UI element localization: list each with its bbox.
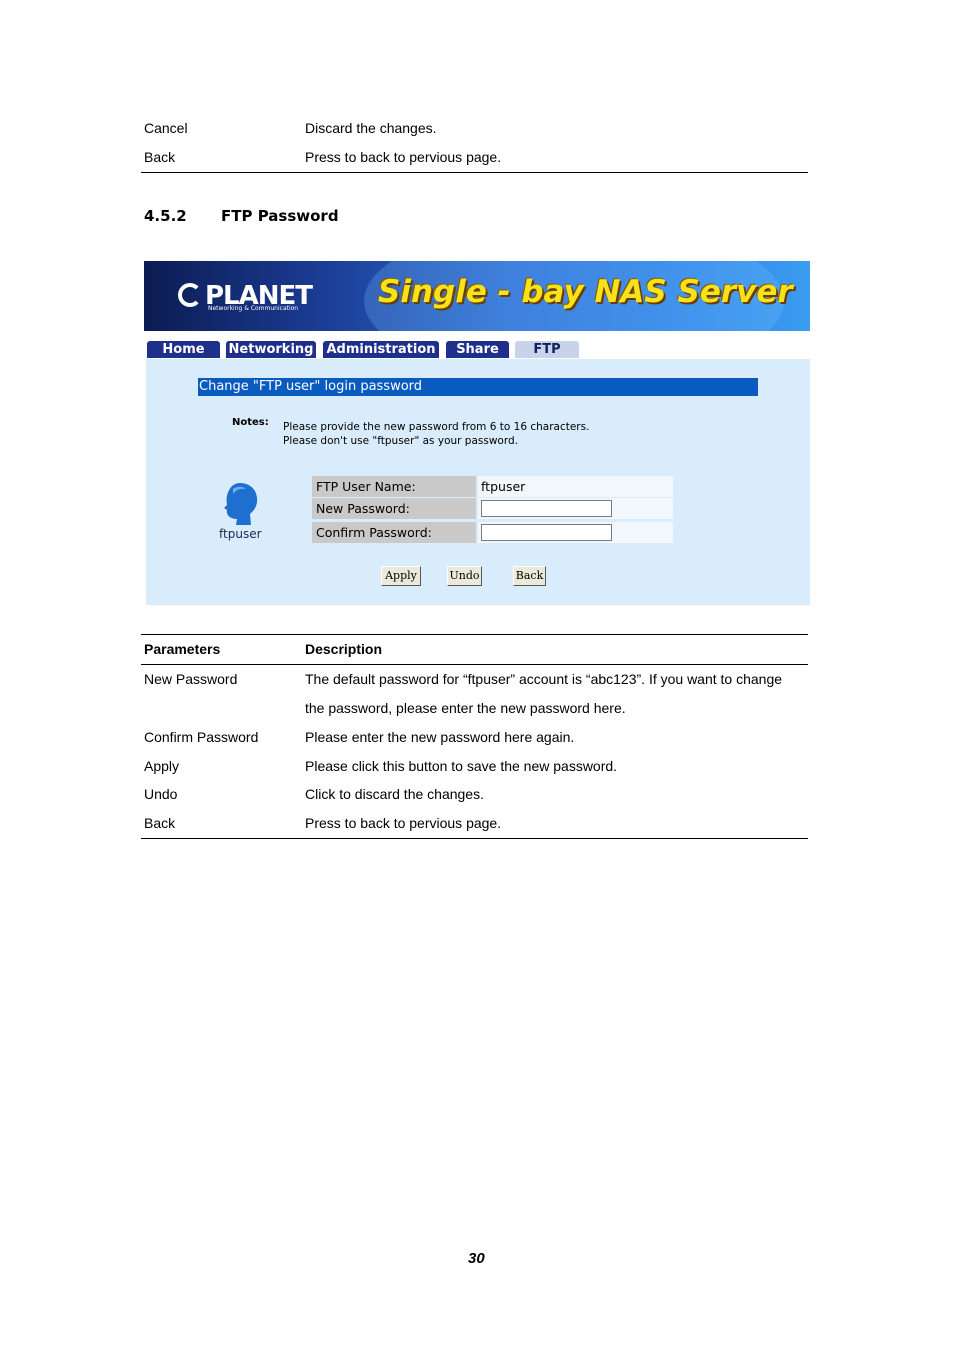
table-row-param: Back — [144, 815, 176, 831]
avatar-name: ftpuser — [219, 527, 262, 541]
table-row-desc: Press to back to pervious page. — [305, 815, 502, 831]
table-row-desc: Please click this button to save the new… — [305, 758, 618, 774]
table-header-description: Description — [305, 641, 383, 657]
table-top-rule — [141, 634, 808, 635]
table-row-param: Confirm Password — [144, 729, 259, 745]
confirm-password-input[interactable] — [481, 524, 612, 541]
user-avatar-icon — [224, 483, 258, 525]
note-line: Please provide the new password from 6 t… — [283, 421, 590, 433]
field-row-confirm-password: Confirm Password: — [312, 522, 673, 543]
top-row-param: Back — [144, 149, 176, 165]
table-row-param: New Password — [144, 671, 238, 687]
notes-label: Notes: — [232, 417, 269, 428]
user-name-value: ftpuser — [478, 476, 673, 497]
top-row-desc: Press to back to pervious page. — [305, 149, 502, 165]
section-number: 4.5.2 — [144, 207, 187, 225]
top-row-desc: Discard the changes. — [305, 120, 437, 136]
logo-subtext: Networking & Communication — [208, 305, 299, 312]
table-row-desc: the password, please enter the new passw… — [305, 700, 626, 716]
page-number: 30 — [468, 1250, 485, 1267]
tab-ftp[interactable]: FTP — [515, 341, 579, 358]
field-row-user-name: FTP User Name: ftpuser — [312, 476, 673, 497]
back-button[interactable]: Back — [513, 566, 546, 586]
table-bottom-rule — [141, 838, 808, 839]
new-password-label: New Password: — [312, 498, 476, 519]
banner: PLANET Networking & Communication Single… — [144, 261, 810, 331]
new-password-input[interactable] — [481, 500, 612, 517]
tab-networking[interactable]: Networking — [226, 341, 316, 358]
undo-button[interactable]: Undo — [447, 566, 482, 586]
section-title: FTP Password — [221, 207, 339, 225]
user-name-label: FTP User Name: — [312, 476, 476, 497]
tab-bar: Home Networking Administration Share FTP — [144, 339, 810, 359]
tab-share[interactable]: Share — [446, 341, 509, 358]
table-bottom-rule — [141, 172, 808, 173]
content-panel: Change "FTP user" login password Notes: … — [146, 359, 810, 605]
table-row-param: Apply — [144, 758, 180, 774]
note-line: Please don't use "ftpuser" as your passw… — [283, 435, 518, 447]
table-row-desc: Please enter the new password here again… — [305, 729, 575, 745]
top-row-param: Cancel — [144, 120, 188, 136]
panel-title: Change "FTP user" login password — [198, 378, 758, 396]
table-header-rule — [141, 664, 808, 665]
table-row-desc: The default password for “ftpuser” accou… — [305, 671, 783, 687]
table-row-param: Undo — [144, 786, 178, 802]
tab-administration[interactable]: Administration — [323, 341, 439, 358]
planet-ring-icon — [178, 283, 202, 307]
table-row-desc: Click to discard the changes. — [305, 786, 484, 802]
table-header-parameters: Parameters — [144, 641, 221, 657]
field-row-new-password: New Password: — [312, 498, 673, 519]
confirm-password-label: Confirm Password: — [312, 522, 476, 543]
banner-title: Single - bay NAS Server — [378, 274, 793, 310]
nas-screenshot: PLANET Networking & Communication Single… — [144, 261, 810, 605]
apply-button[interactable]: Apply — [381, 566, 421, 586]
tab-home[interactable]: Home — [147, 341, 220, 358]
